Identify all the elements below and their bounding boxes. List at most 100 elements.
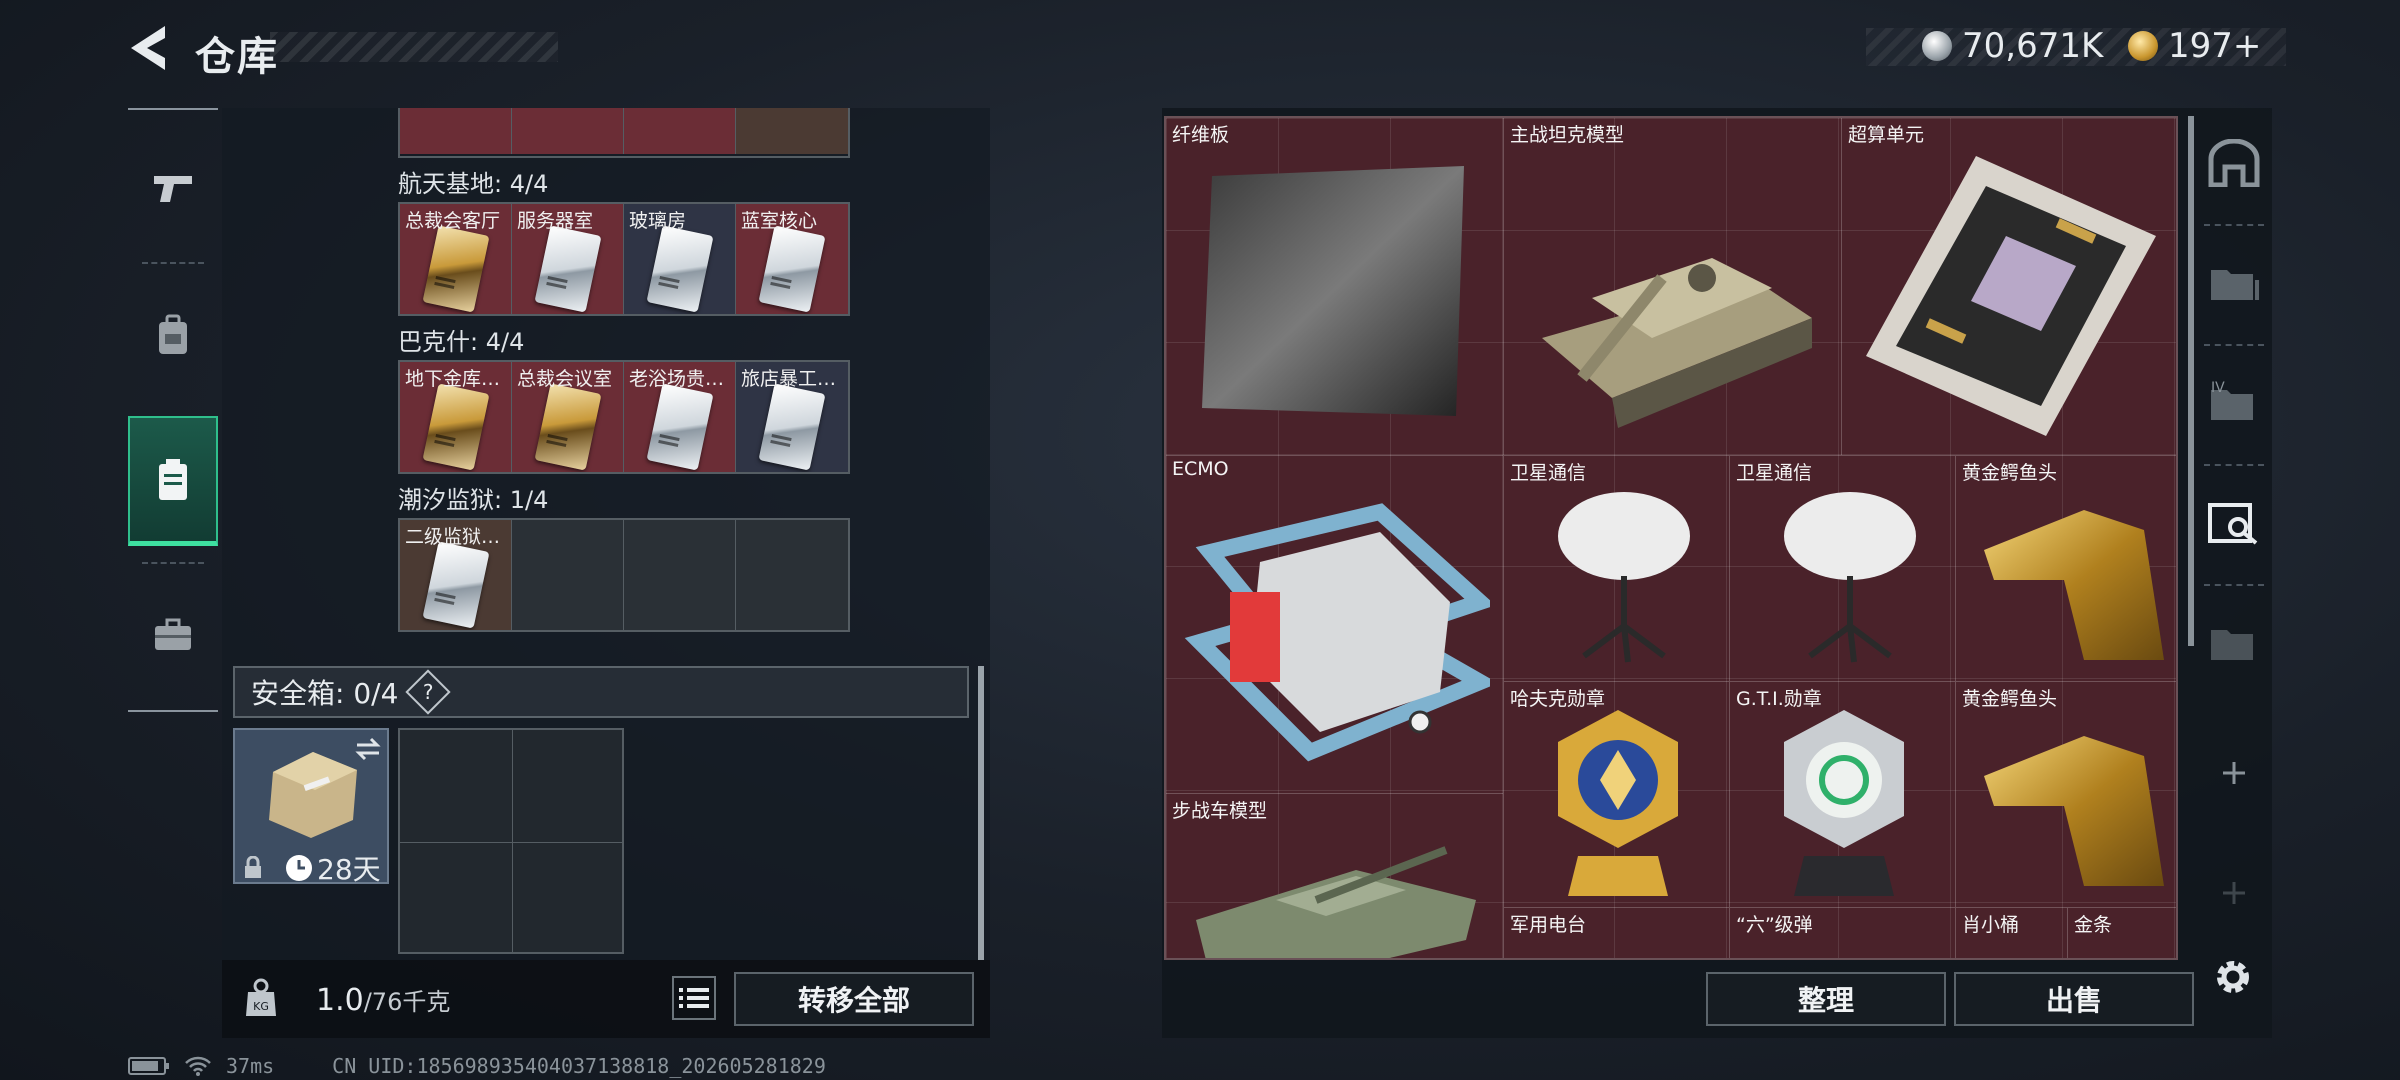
coin-balance[interactable]: 70,671K (1922, 26, 2103, 66)
keycard-slot[interactable]: 地下金库… (400, 362, 512, 472)
grid-item[interactable]: 金条 (2068, 908, 2176, 958)
plus-icon (2223, 882, 2245, 904)
tab-storage-page-2b[interactable] (2196, 588, 2272, 698)
keycard-name: 总裁会议室 (517, 368, 613, 390)
left-scrollbar[interactable] (978, 666, 984, 960)
keycard-icon (646, 383, 714, 471)
keycard-slot[interactable]: 总裁会议室 (512, 362, 624, 472)
settings-gear-icon[interactable] (2212, 956, 2254, 998)
battery-icon (128, 1057, 169, 1075)
grid-item[interactable]: 超算单元 (1842, 118, 2176, 456)
keycard-slot[interactable]: 旅店暴工… (736, 362, 848, 472)
tab-storage[interactable] (128, 416, 218, 546)
right-scrollbar[interactable] (2188, 116, 2194, 646)
fiber-board-icon (1202, 166, 1464, 416)
tab-collection-room[interactable] (2196, 468, 2272, 578)
organize-button[interactable]: 整理 (1706, 972, 1946, 1026)
grid-item[interactable]: 黄金鳄鱼头 (1956, 456, 2176, 682)
keycard-name: 总裁会客厅 (405, 210, 501, 232)
token-balance[interactable]: 197+ (2128, 26, 2261, 66)
storage-grid[interactable]: 纤维板 主战坦克模型 超算单元 ECMO 卫星通信 卫星通信 黄金鳄鱼头 哈夫克… (1164, 116, 2178, 960)
keycard-icon (758, 383, 826, 471)
grid-item[interactable]: 卫星通信 (1504, 456, 1730, 682)
safe-box-item[interactable]: 28天 (233, 728, 389, 886)
grid-item[interactable]: “六”级弹 (1730, 908, 1956, 958)
sell-button[interactable]: 出售 (1954, 972, 2194, 1026)
grid-item[interactable]: 纤维板 (1166, 118, 1504, 456)
backpack-icon (159, 314, 187, 354)
tab-storage-page-4[interactable]: IV (2196, 348, 2272, 458)
token-icon (2128, 31, 2158, 61)
keycard-icon (646, 225, 714, 313)
empty-keycard-slot[interactable] (624, 520, 736, 630)
category-label: 潮汐监狱: 1/4 (398, 486, 549, 514)
left-tab-bar (128, 108, 218, 712)
clock-icon (286, 855, 312, 881)
grid-item[interactable]: ECMO (1166, 456, 1504, 794)
keycard-slot[interactable] (736, 108, 848, 154)
help-icon[interactable]: ? (405, 669, 452, 715)
safe-box-slots[interactable] (398, 728, 624, 954)
grid-item[interactable]: 军用电台 (1504, 908, 1730, 958)
grid-item[interactable]: 卫星通信 (1730, 456, 1956, 682)
grid-item[interactable]: 黄金鳄鱼头 (1956, 682, 2176, 908)
grid-item[interactable]: 主战坦克模型 (1504, 118, 1842, 456)
partial-card-row (398, 108, 850, 158)
keycard-icon (422, 541, 490, 629)
storage-page-tabs: IV (2196, 108, 2272, 960)
keycard-slot[interactable]: 总裁会客厅 (400, 204, 512, 314)
page-title: 仓库 (195, 34, 279, 80)
token-amount: 197+ (2168, 26, 2262, 66)
tab-storage-page-2[interactable] (2196, 228, 2272, 338)
keycard-row: 总裁会客厅 服务器室 玻璃房 蓝室核心 (398, 202, 850, 316)
category-label: 航天基地: 4/4 (398, 170, 549, 198)
keycard-slot[interactable]: 服务器室 (512, 204, 624, 314)
grid-item[interactable]: 哈夫克勋章 (1504, 682, 1730, 908)
svg-text:IV: IV (2211, 380, 2225, 396)
gti-medal-icon (1784, 710, 1904, 896)
storage-icon (159, 458, 187, 500)
keycard-slot[interactable] (624, 108, 736, 154)
collection-icon (2208, 503, 2258, 545)
safe-box-label: 安全箱: 0/4 (251, 677, 399, 710)
keycard-slot[interactable]: 玻璃房 (624, 204, 736, 314)
tab-storage-home[interactable] (2196, 108, 2272, 218)
grid-item[interactable]: 步战车模型 (1166, 794, 1504, 958)
transfer-all-button[interactable]: 转移全部 (734, 972, 974, 1026)
keycard-slot[interactable]: 二级监狱… (400, 520, 512, 630)
keycard-name: 二级监狱… (405, 526, 501, 548)
empty-keycard-slot[interactable] (736, 520, 848, 630)
swap-icon[interactable] (353, 736, 383, 762)
keycard-slot[interactable] (512, 108, 624, 154)
uid-readout: CN UID:1856989354040371388​18_2026052818… (332, 1054, 826, 1078)
list-view-button[interactable] (672, 976, 716, 1020)
weight-icon: KG (246, 978, 276, 1016)
tab-equipment[interactable] (128, 270, 218, 400)
back-button[interactable] (125, 22, 173, 74)
vault-icon (2208, 139, 2260, 187)
keycard-slot[interactable] (400, 108, 512, 154)
gun-icon (154, 176, 192, 202)
grid-item[interactable]: G.T.I.勋章 (1730, 682, 1956, 908)
keycard-name: 地下金库… (405, 368, 501, 390)
keycard-slot[interactable]: 蓝室核心 (736, 204, 848, 314)
grid-item[interactable]: 肖小桶 (1956, 908, 2068, 958)
keycard-row: 地下金库… 总裁会议室 老浴场贵… 旅店暴工… (398, 360, 850, 474)
keycard-slot[interactable]: 老浴场贵… (624, 362, 736, 472)
add-storage-page-button-disabled (2196, 838, 2272, 948)
lock-icon (245, 856, 261, 878)
empty-keycard-slot[interactable] (512, 520, 624, 630)
keycard-name: 旅店暴工… (741, 368, 837, 390)
weight-current: 1.0 (316, 983, 364, 1018)
folder-ii-icon (2211, 630, 2253, 660)
plus-icon (2223, 762, 2245, 784)
tab-weapons[interactable] (128, 124, 218, 254)
add-storage-page-button[interactable] (2196, 718, 2272, 828)
satellite-dish-icon (1784, 492, 1916, 663)
tab-toolbox[interactable] (128, 570, 218, 700)
gold-croc-head-icon (1984, 736, 2164, 886)
category-label: 巴克什: 4/4 (398, 328, 525, 356)
title-decoration (270, 32, 558, 62)
keycard-name: 蓝室核心 (741, 210, 818, 232)
gold-croc-head-icon (1984, 510, 2164, 660)
